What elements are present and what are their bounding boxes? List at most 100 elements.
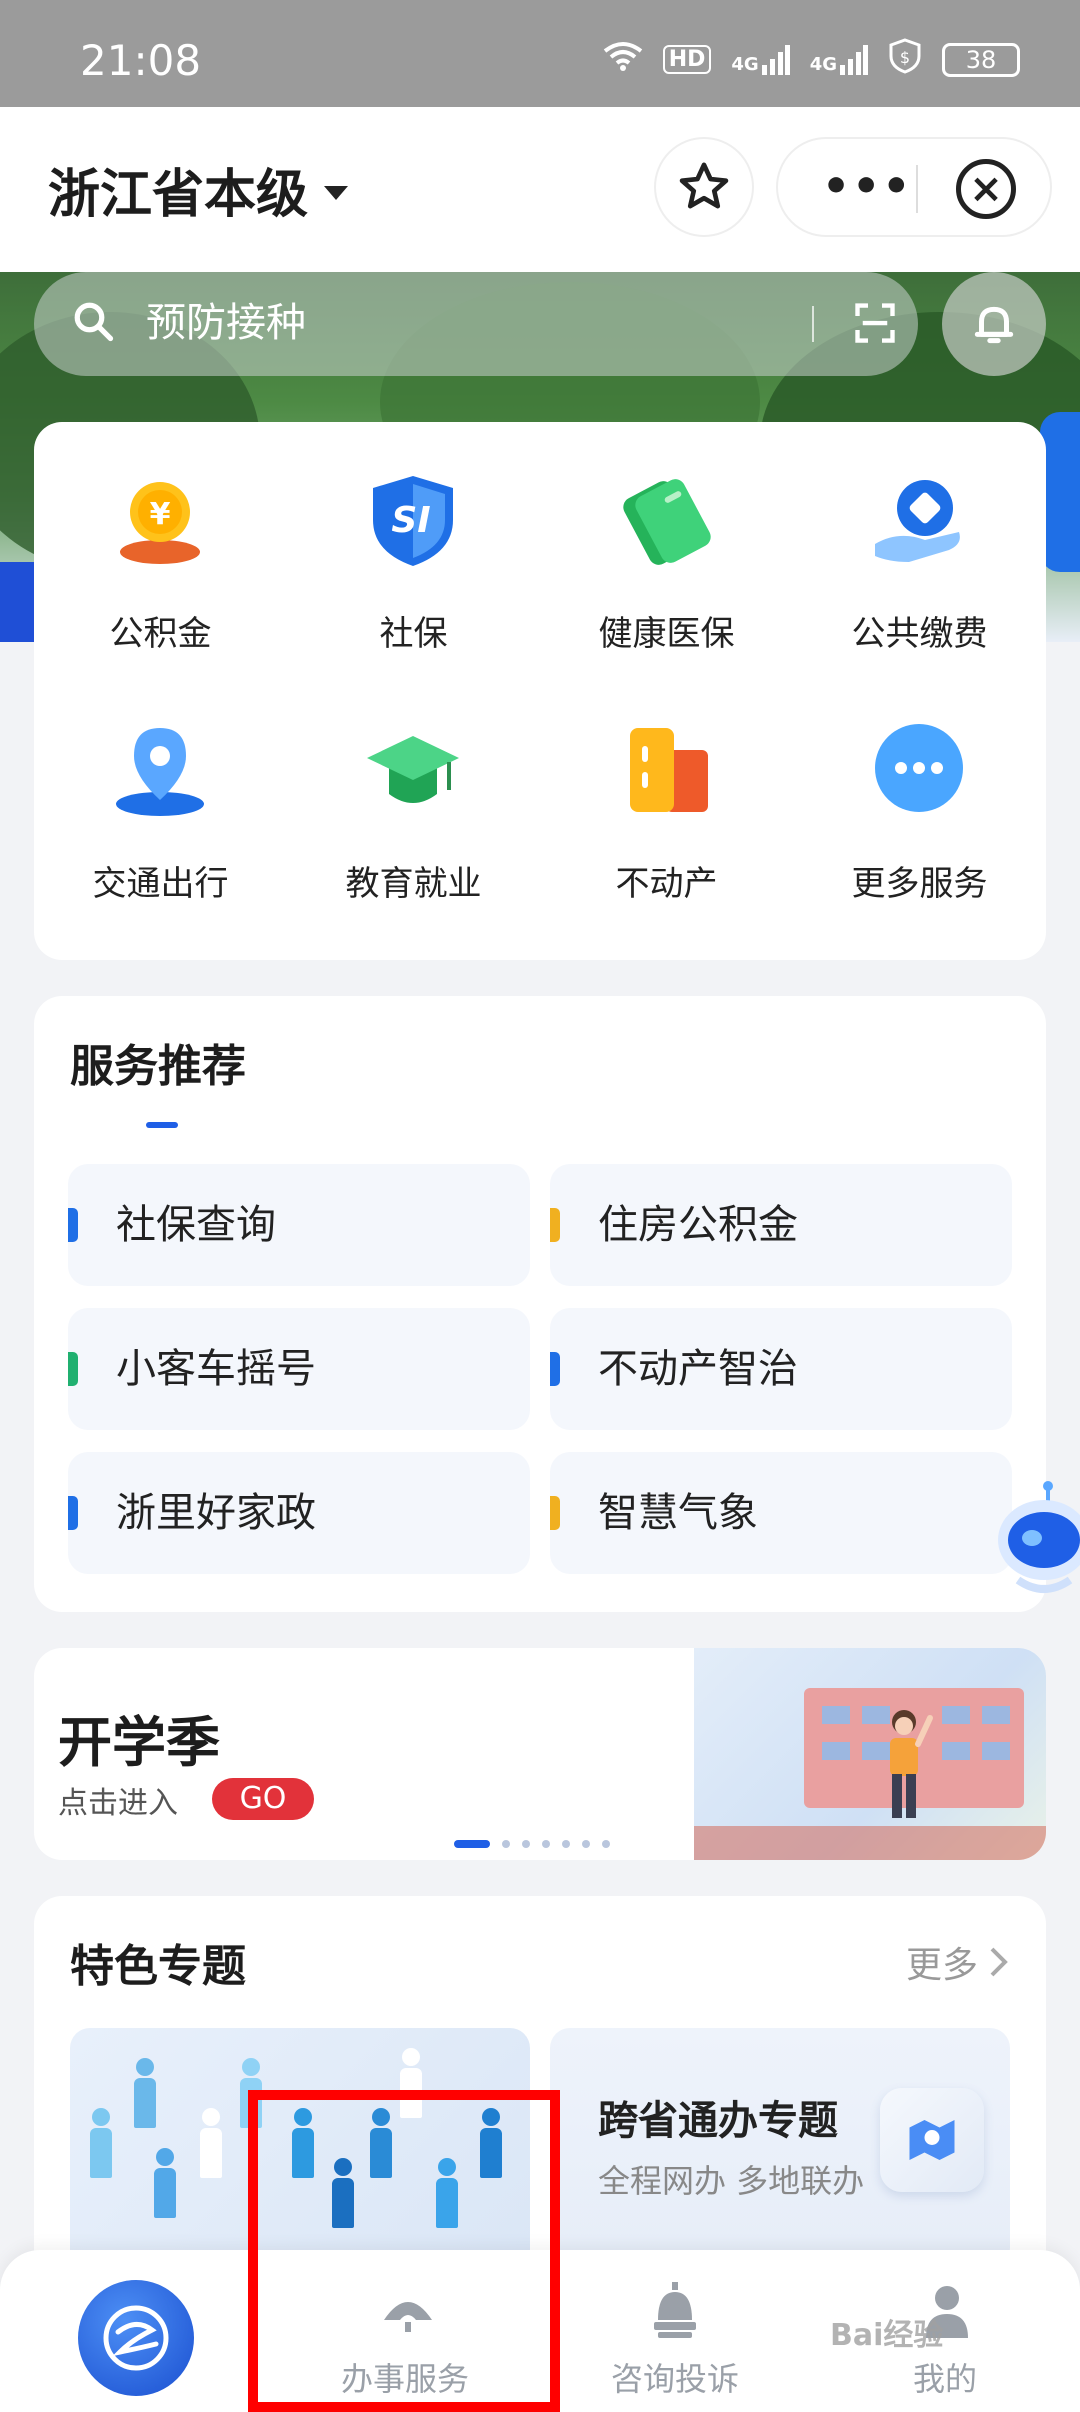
mini-program-capsule: ••• × bbox=[776, 137, 1052, 237]
recommend-item[interactable]: 小客车摇号 bbox=[68, 1308, 530, 1430]
search-bar[interactable]: 预防接种 bbox=[34, 272, 918, 376]
topic-title: 跨省通办专题 bbox=[598, 2098, 838, 2144]
service-label: 教育就业 bbox=[345, 864, 482, 904]
svg-text:SI: SI bbox=[391, 500, 430, 541]
carousel-dot[interactable] bbox=[502, 1840, 510, 1848]
status-icons: HD 4G 4G $ 38 bbox=[603, 38, 1020, 81]
banner-title: 开学季 bbox=[58, 1711, 220, 1774]
annotation-highlight-box bbox=[248, 2090, 560, 2412]
signal-4g-icon-2: 4G bbox=[809, 44, 868, 75]
scan-icon[interactable] bbox=[854, 302, 896, 344]
shield-dollar-icon: $ bbox=[888, 38, 922, 81]
service-grid: ¥ 公积金 SI 社保 健康医保 公共缴费 交通出行 教育就业 不动产 更多服务 bbox=[34, 422, 1046, 960]
accent-bar bbox=[550, 1496, 560, 1530]
star-icon bbox=[679, 162, 729, 209]
service-traffic[interactable]: 交通出行 bbox=[34, 672, 287, 912]
service-realestate[interactable]: 不动产 bbox=[540, 672, 793, 912]
service-label: 公积金 bbox=[109, 614, 212, 654]
recommend-label: 浙里好家政 bbox=[116, 1490, 316, 1536]
accent-bar bbox=[68, 1352, 78, 1386]
chevron-right-icon bbox=[990, 1947, 1008, 1977]
search-placeholder: 预防接种 bbox=[146, 300, 306, 346]
recommend-label: 住房公积金 bbox=[598, 1202, 798, 1248]
signal-4g-icon-1: 4G bbox=[731, 44, 790, 75]
carousel-dot[interactable] bbox=[542, 1840, 550, 1848]
service-education[interactable]: 教育就业 bbox=[287, 672, 540, 912]
service-label: 公共缴费 bbox=[851, 614, 988, 654]
more-menu-button[interactable]: ••• bbox=[822, 159, 912, 215]
student-illustration bbox=[890, 1710, 933, 1818]
nav-label: 咨询投诉 bbox=[610, 2360, 739, 2398]
person-figure bbox=[200, 2108, 222, 2178]
more-link[interactable]: 更多 bbox=[906, 1936, 1010, 1988]
favorite-button[interactable] bbox=[654, 137, 754, 237]
recommend-item[interactable]: 社保查询 bbox=[68, 1164, 530, 1286]
service-label: 健康医保 bbox=[598, 614, 735, 654]
home-logo-icon bbox=[103, 2305, 169, 2371]
coin-hand-icon: ¥ bbox=[120, 482, 200, 564]
service-payment[interactable]: 公共缴费 bbox=[793, 422, 1046, 662]
recommend-item[interactable]: 智慧气象 bbox=[550, 1452, 1012, 1574]
signal-label-2: 4G bbox=[809, 53, 837, 75]
recommend-item[interactable]: 不动产智治 bbox=[550, 1308, 1012, 1430]
accent-bar bbox=[550, 1352, 560, 1386]
accent-bar bbox=[68, 1496, 78, 1530]
service-gongjijin[interactable]: ¥ 公积金 bbox=[34, 422, 287, 662]
close-icon: × bbox=[969, 166, 1003, 212]
carousel-dot[interactable] bbox=[602, 1840, 610, 1848]
accent-bar bbox=[68, 1208, 78, 1242]
search-icon bbox=[74, 302, 114, 342]
region-selector[interactable]: 浙江省本级 bbox=[48, 152, 349, 227]
topic-card-cross-province[interactable]: 跨省通办专题 全程网办 多地联办 bbox=[550, 2028, 1010, 2268]
section-title: 特色专题 bbox=[70, 1941, 246, 1992]
person-figure bbox=[154, 2148, 176, 2218]
shield-si-icon: SI bbox=[373, 476, 453, 566]
service-more[interactable]: 更多服务 bbox=[793, 672, 1046, 912]
assistant-robot-button[interactable] bbox=[988, 1480, 1080, 1600]
service-label: 不动产 bbox=[615, 864, 718, 904]
battery-indicator: 38 bbox=[942, 42, 1020, 77]
promo-banner[interactable]: 开学季 点击进入 GO bbox=[34, 1648, 1046, 1860]
carousel-dots bbox=[454, 1840, 610, 1848]
location-pin-icon bbox=[116, 728, 204, 816]
bell-icon bbox=[974, 306, 1014, 344]
hand-payment-icon bbox=[875, 480, 960, 562]
svg-text:$: $ bbox=[900, 48, 910, 67]
carousel-dot[interactable] bbox=[582, 1840, 590, 1848]
graduation-cap-icon bbox=[367, 736, 459, 803]
nav-label: 我的 bbox=[912, 2360, 977, 2398]
notification-button[interactable] bbox=[942, 272, 1046, 376]
status-bar: 21:08 HD 4G 4G $ 38 bbox=[0, 0, 1080, 107]
person-figure bbox=[90, 2108, 112, 2178]
more-dots-icon bbox=[875, 724, 963, 812]
nav-item-consult[interactable]: 咨询投诉 bbox=[540, 2250, 810, 2412]
service-label: 更多服务 bbox=[851, 864, 988, 904]
wifi-icon bbox=[603, 41, 643, 78]
carousel-dot[interactable] bbox=[562, 1840, 570, 1848]
service-health[interactable]: 健康医保 bbox=[540, 422, 793, 662]
map-location-icon bbox=[880, 2088, 984, 2192]
section-title-underline bbox=[146, 1122, 178, 1128]
robot-icon bbox=[998, 1481, 1080, 1593]
nav-home-button[interactable] bbox=[78, 2280, 194, 2396]
building-icon bbox=[630, 728, 708, 812]
signal-label-1: 4G bbox=[731, 53, 759, 75]
service-label: 社保 bbox=[379, 614, 448, 654]
person-figure bbox=[134, 2058, 156, 2128]
recommend-label: 智慧气象 bbox=[598, 1490, 758, 1536]
service-shebao[interactable]: SI 社保 bbox=[287, 422, 540, 662]
banner-subtitle: 点击进入 bbox=[58, 1786, 178, 1821]
section-title: 服务推荐 bbox=[70, 1041, 246, 1092]
service-label: 交通出行 bbox=[92, 864, 229, 904]
recommend-label: 小客车摇号 bbox=[116, 1346, 316, 1392]
go-badge[interactable]: GO bbox=[212, 1778, 314, 1820]
topic-subtitle: 全程网办 多地联办 bbox=[598, 2162, 865, 2200]
carousel-dot-active[interactable] bbox=[454, 1840, 490, 1848]
status-time: 21:08 bbox=[80, 36, 202, 85]
close-button[interactable]: × bbox=[956, 159, 1016, 219]
recommend-label: 社保查询 bbox=[116, 1202, 276, 1248]
recommend-item[interactable]: 住房公积金 bbox=[550, 1164, 1012, 1286]
hd-badge: HD bbox=[662, 45, 712, 74]
carousel-dot[interactable] bbox=[522, 1840, 530, 1848]
recommend-item[interactable]: 浙里好家政 bbox=[68, 1452, 530, 1574]
